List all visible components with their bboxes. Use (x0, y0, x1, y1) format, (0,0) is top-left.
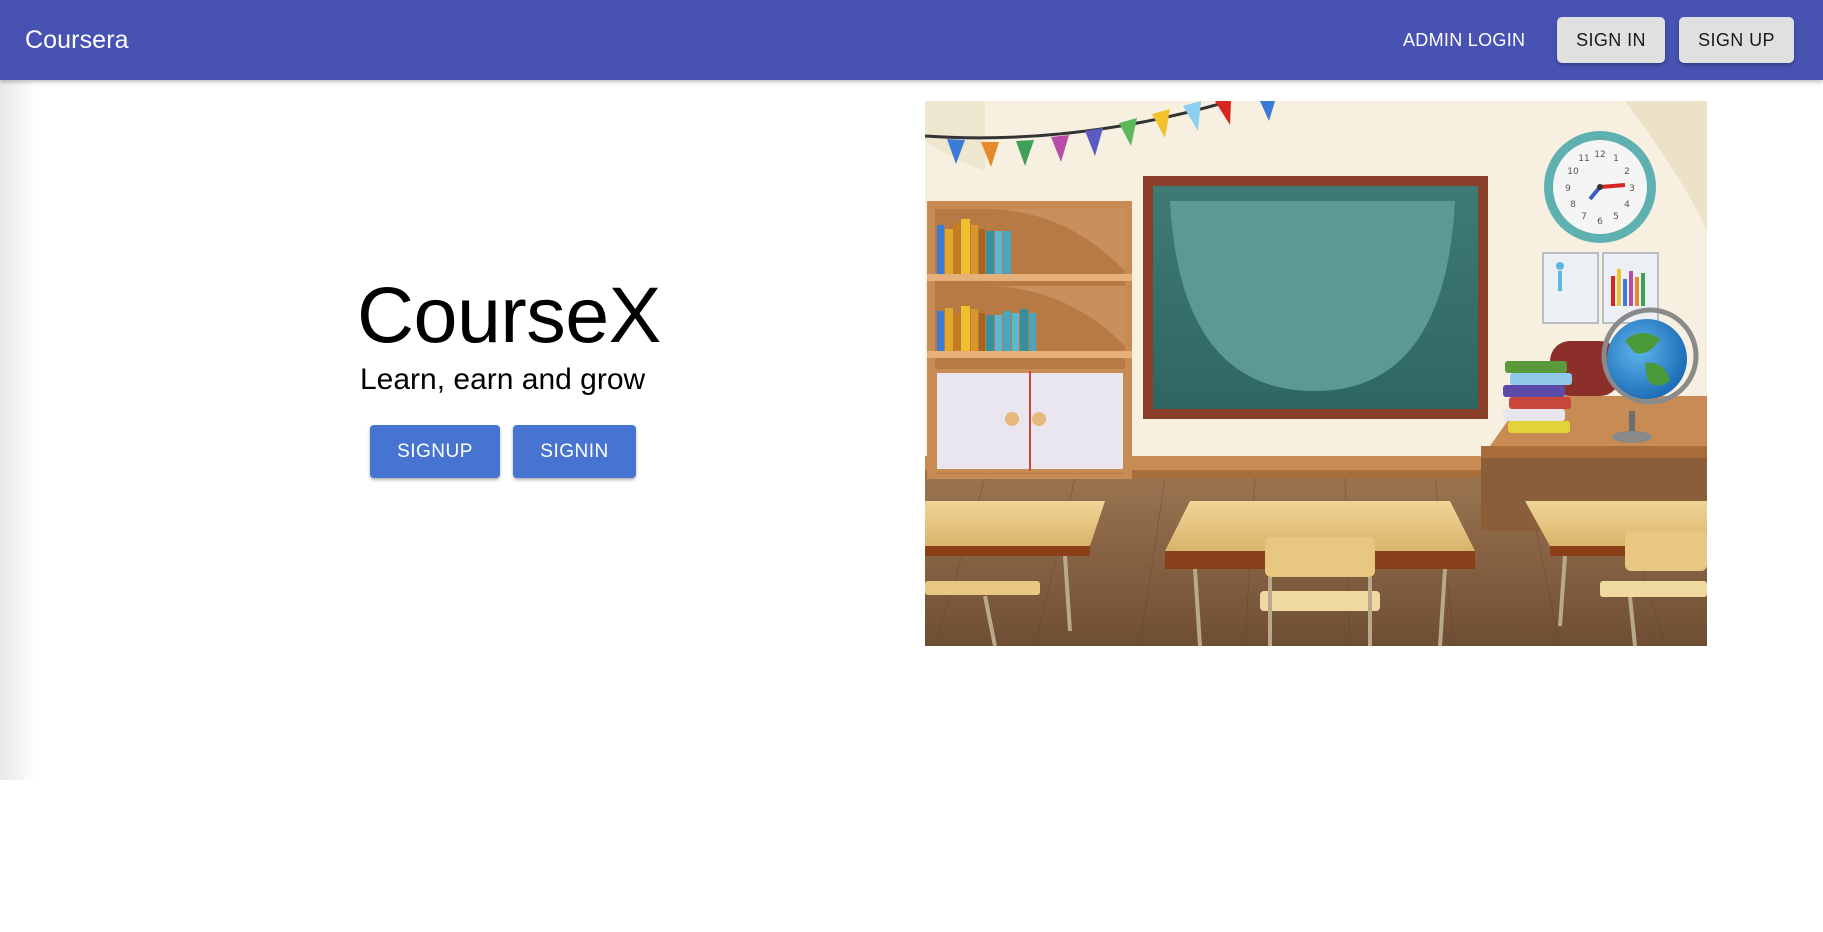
hero-subtitle: Learn, earn and grow (360, 363, 646, 396)
classroom-illustration: 12 1 2 3 4 5 6 7 8 9 10 11 (925, 101, 1707, 646)
hero-signup-button[interactable]: SIGNUP (370, 425, 500, 478)
hero-title: CourseX (357, 270, 661, 359)
svg-text:5: 5 (1613, 212, 1619, 222)
brand-logo-text[interactable]: Coursera (25, 24, 129, 56)
svg-text:12: 12 (1594, 150, 1605, 160)
svg-text:2: 2 (1624, 167, 1630, 177)
svg-text:9: 9 (1565, 184, 1571, 194)
svg-text:7: 7 (1581, 212, 1587, 222)
sign-up-button[interactable]: SIGN UP (1679, 17, 1794, 63)
hero-signin-button[interactable]: SIGNIN (513, 425, 636, 478)
side-drawer-shadow (0, 80, 36, 780)
svg-text:11: 11 (1578, 154, 1589, 164)
svg-text:1: 1 (1613, 154, 1619, 164)
svg-text:8: 8 (1570, 200, 1576, 210)
svg-text:3: 3 (1629, 184, 1635, 194)
svg-text:6: 6 (1597, 217, 1603, 227)
svg-text:10: 10 (1567, 167, 1579, 177)
sign-in-button[interactable]: SIGN IN (1557, 17, 1665, 63)
svg-text:4: 4 (1624, 200, 1630, 210)
admin-login-link[interactable]: ADMIN LOGIN (1403, 24, 1525, 56)
app-bar: Coursera ADMIN LOGIN SIGN IN SIGN UP (0, 0, 1823, 80)
